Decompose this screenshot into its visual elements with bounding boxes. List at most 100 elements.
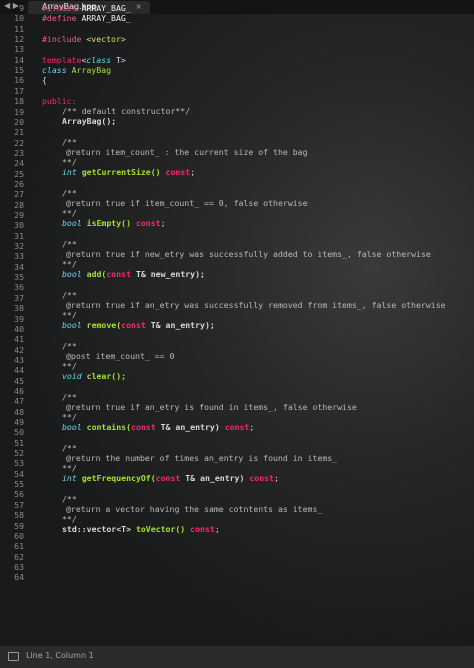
line-number: 34 xyxy=(14,261,24,272)
line-number: 19 xyxy=(14,106,24,117)
line-number: 9 xyxy=(19,3,24,13)
line-number: 50 xyxy=(14,427,24,438)
code-line: @return item_count_ : the current size o… xyxy=(66,147,308,157)
line-number: 49 xyxy=(14,417,24,427)
code-line: { xyxy=(42,75,47,85)
line-number: 62 xyxy=(14,551,24,562)
line-number: 31 xyxy=(14,230,24,241)
code-line: template<class T> xyxy=(42,55,126,65)
code-line: bool contains(const T& an_entry) const; xyxy=(62,422,255,432)
line-number: 52 xyxy=(14,448,24,459)
line-number: 63 xyxy=(14,561,24,572)
code-line: /** xyxy=(62,239,77,249)
line-number: 55 xyxy=(14,479,24,490)
line-number: 38 xyxy=(14,303,24,314)
code-line: **/ xyxy=(62,208,77,218)
code-line: **/ xyxy=(62,361,77,371)
code-line: #include <vector> xyxy=(42,34,126,44)
code-line: @return the number of times an_entry is … xyxy=(66,453,338,463)
line-number: 64 xyxy=(14,572,24,583)
line-number: 59 xyxy=(14,520,24,531)
code-line: **/ xyxy=(62,310,77,320)
panel-toggle-icon[interactable] xyxy=(8,652,19,661)
line-number: 14 xyxy=(14,54,24,65)
code-line: **/ xyxy=(62,514,77,524)
line-number: 18 xyxy=(14,96,24,107)
cursor-position: Line 1, Column 1 xyxy=(26,651,94,660)
code-line: **/ xyxy=(62,259,77,269)
code-line: **/ xyxy=(62,463,77,473)
code-line: bool add(const T& new_entry); xyxy=(62,269,205,279)
code-line: /** xyxy=(62,188,77,198)
line-number: 29 xyxy=(14,210,24,220)
code-line: @return true if an_etry is found in item… xyxy=(66,402,357,412)
line-number: 25 xyxy=(14,168,24,179)
code-line: **/ xyxy=(62,412,77,422)
code-line: #ifndef ARRAY_BAG_ xyxy=(42,3,131,13)
line-number: 30 xyxy=(14,220,24,231)
line-number: 56 xyxy=(14,489,24,500)
code-line: /** default constructor**/ xyxy=(62,106,191,116)
line-number: 51 xyxy=(14,437,24,448)
line-number: 13 xyxy=(14,44,24,55)
line-number: 54 xyxy=(14,468,24,479)
code-line: /** xyxy=(62,341,77,351)
line-number: 11 xyxy=(14,23,24,34)
line-number: 33 xyxy=(14,251,24,262)
line-number: 22 xyxy=(14,137,24,148)
line-number: 57 xyxy=(14,499,24,510)
code-line: /** xyxy=(62,392,77,402)
line-number: 28 xyxy=(14,199,24,210)
line-number: 12 xyxy=(14,34,24,45)
code-line: @return true if an_etry was successfully… xyxy=(66,300,446,310)
line-number: 41 xyxy=(14,334,24,345)
code-line: int getCurrentSize() const; xyxy=(62,167,196,177)
code-line: public: xyxy=(42,96,77,106)
line-number: 44 xyxy=(14,365,24,376)
line-number: 15 xyxy=(14,65,24,76)
line-number: 16 xyxy=(14,75,24,86)
code-line: @post item_count_ == 0 xyxy=(66,351,175,361)
line-number: 60 xyxy=(14,530,24,541)
line-number: 10 xyxy=(14,13,24,24)
line-number: 39 xyxy=(14,313,24,324)
line-number: 48 xyxy=(14,406,24,417)
line-number: 32 xyxy=(14,241,24,252)
line-number: 27 xyxy=(14,189,24,200)
code-line: @return true if item_count_ == 0, false … xyxy=(66,198,308,208)
code-line: /** xyxy=(62,290,77,300)
line-number: 23 xyxy=(14,147,24,158)
code-line: int getFrequencyOf(const T& an_entry) co… xyxy=(62,473,279,483)
code-line: void clear(); xyxy=(62,371,127,381)
line-number: 42 xyxy=(14,344,24,355)
line-number: 53 xyxy=(14,458,24,469)
line-number: 43 xyxy=(14,354,24,365)
line-number-gutter: 9 10 11 12 13 14 15 16 17 18 19 20 21 22 23 24 25 26 27 28 2… xyxy=(0,4,36,646)
line-number: 47 xyxy=(14,396,24,407)
line-number: 24 xyxy=(14,158,24,169)
line-number: 37 xyxy=(14,292,24,303)
code-line: /** xyxy=(62,443,77,453)
line-number: 40 xyxy=(14,323,24,334)
line-number: 20 xyxy=(14,116,24,127)
editor-window: ◀ ▶ ArrayBag.hpp × 9 10 11 12 13 14 15 16 17 18 19… xyxy=(0,0,474,668)
code-line: bool remove(const T& an_entry); xyxy=(62,320,215,330)
close-icon[interactable]: × xyxy=(135,2,142,11)
code-line: std::vector<T> toVector() const; xyxy=(62,524,220,534)
line-number: 26 xyxy=(14,178,24,189)
code-line: bool isEmpty() const; xyxy=(62,218,166,228)
code-line: /** xyxy=(62,137,77,147)
line-number: 17 xyxy=(14,85,24,96)
code-line: @return true if new_etry was successfull… xyxy=(66,249,431,259)
code-line: #define ARRAY_BAG_ xyxy=(42,13,131,23)
code-line: **/ xyxy=(62,157,77,167)
status-bar: Line 1, Column 1 xyxy=(0,646,474,668)
line-number: 46 xyxy=(14,385,24,396)
line-number: 61 xyxy=(14,541,24,552)
line-number: 35 xyxy=(14,272,24,283)
code-line: /** xyxy=(62,494,77,504)
code-line: @return a vector having the same cotnten… xyxy=(66,504,323,514)
code-line: class ArrayBag xyxy=(42,65,112,75)
line-number: 21 xyxy=(14,127,24,138)
line-number: 58 xyxy=(14,510,24,521)
